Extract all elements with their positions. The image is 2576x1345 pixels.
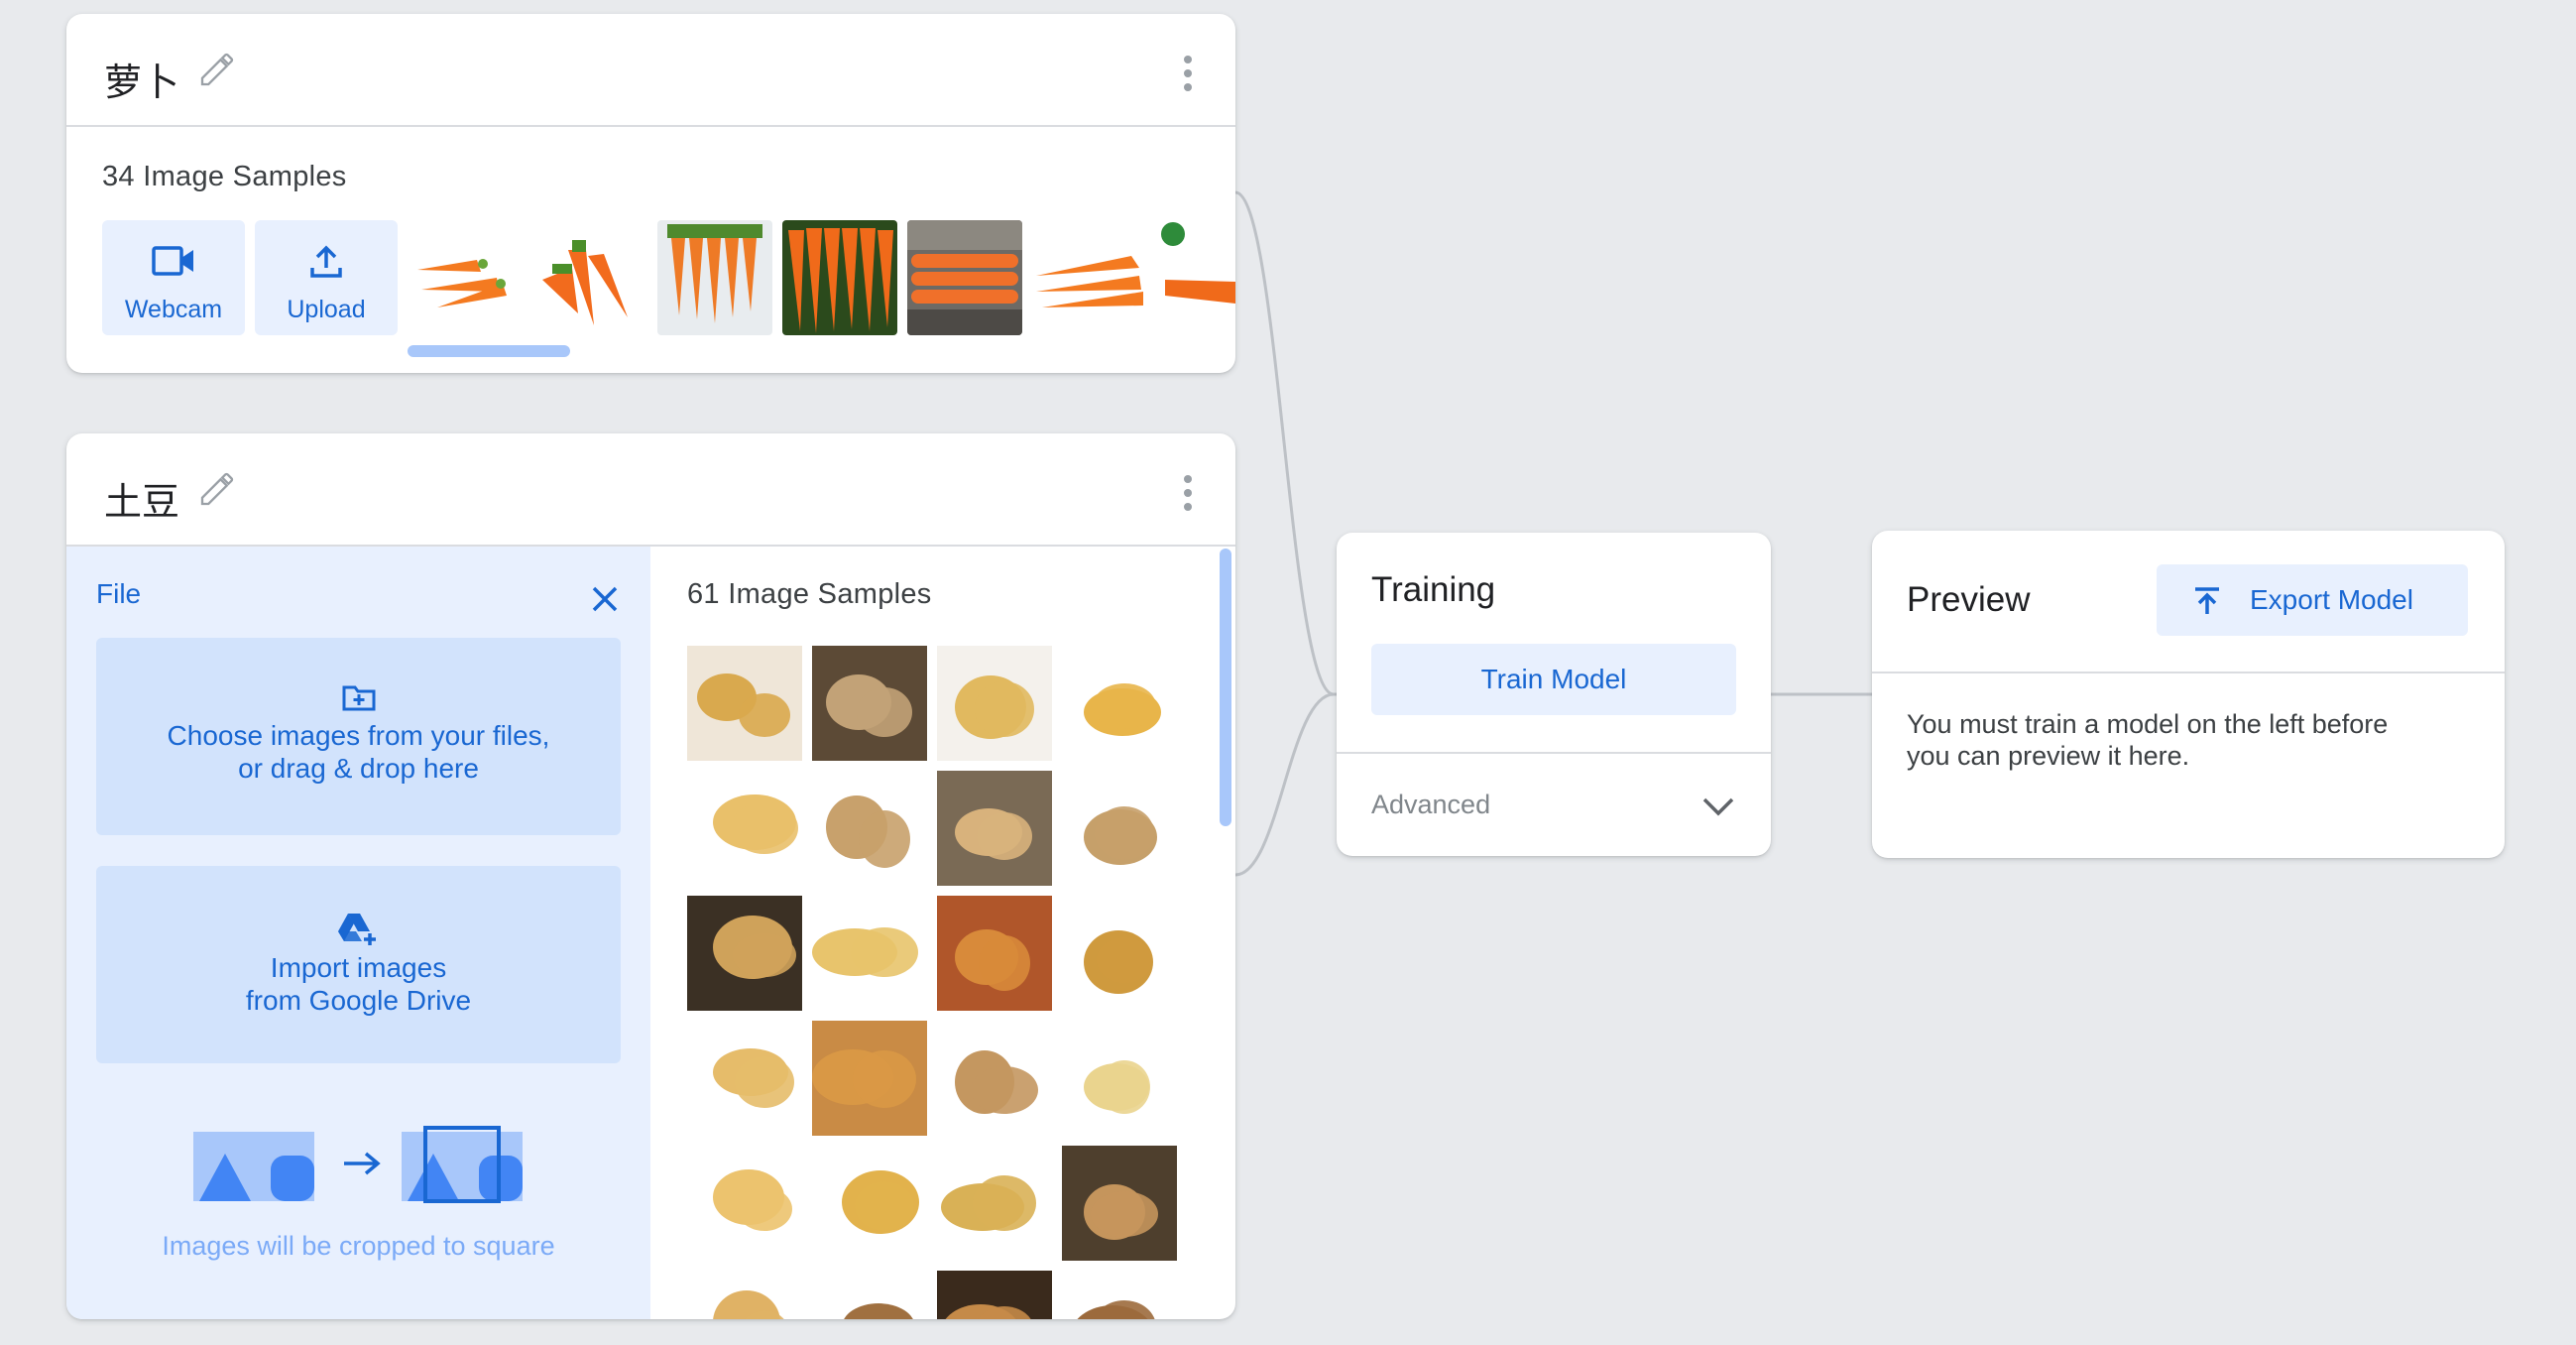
file-panel-title: File: [96, 578, 142, 609]
pencil-icon[interactable]: [197, 50, 237, 89]
preview-card: Preview Export Model You must train a mo…: [1872, 531, 2505, 858]
add-folder-icon: [342, 685, 376, 711]
sample-image-potato[interactable]: [812, 646, 927, 761]
class-name[interactable]: 土豆: [104, 471, 179, 526]
upload-button[interactable]: Upload: [255, 220, 398, 335]
advanced-toggle[interactable]: Advanced: [1337, 754, 1771, 856]
divider: [1872, 672, 2505, 673]
sample-image-carrot[interactable]: [408, 220, 523, 335]
training-card: Training Train Model Advanced: [1337, 533, 1771, 856]
sample-image-potato[interactable]: [937, 1146, 1052, 1261]
sample-image-potato[interactable]: [687, 1021, 802, 1136]
sample-image-potato[interactable]: [687, 771, 802, 886]
sample-image-carrot[interactable]: [782, 220, 897, 335]
sample-image-carrot[interactable]: [532, 220, 647, 335]
potato-sample-grid: [687, 646, 1203, 1319]
train-model-label: Train Model: [1480, 664, 1627, 694]
sample-image-potato[interactable]: [937, 646, 1052, 761]
sample-image-potato[interactable]: [812, 896, 927, 1011]
sample-image-carrot[interactable]: [1157, 220, 1235, 335]
class-name[interactable]: 萝卜: [104, 52, 179, 106]
choose-files-text-line1: Choose images from your files,: [167, 720, 550, 751]
training-title: Training: [1371, 570, 1496, 609]
sample-image-potato[interactable]: [812, 1146, 927, 1261]
train-model-button[interactable]: Train Model: [1371, 644, 1736, 715]
sample-image-carrot[interactable]: [1032, 220, 1147, 335]
close-icon[interactable]: [590, 584, 620, 614]
sample-image-potato[interactable]: [812, 1271, 927, 1319]
advanced-label: Advanced: [1371, 790, 1491, 819]
videocam-icon: [152, 246, 193, 276]
sample-image-potato[interactable]: [937, 771, 1052, 886]
sample-image-potato[interactable]: [687, 646, 802, 761]
choose-files-dropzone[interactable]: Choose images from your files, or drag &…: [96, 638, 621, 835]
file-upload-panel: File Choose images from your files, or d…: [66, 547, 650, 1319]
preview-message-line1: You must train a model on the left befor…: [1907, 709, 2389, 739]
sample-image-potato[interactable]: [1062, 896, 1177, 1011]
export-icon: [2195, 587, 2219, 614]
sample-image-carrot[interactable]: [907, 220, 1022, 335]
more-vert-icon[interactable]: [1182, 475, 1194, 515]
crop-illustration: [193, 1126, 523, 1203]
sample-image-potato[interactable]: [1062, 1021, 1177, 1136]
sample-image-potato[interactable]: [687, 896, 802, 1011]
thumbnail-scrollbar[interactable]: [408, 345, 570, 357]
sample-image-potato[interactable]: [937, 1271, 1052, 1319]
sample-image-potato[interactable]: [937, 1021, 1052, 1136]
samples-scrollbar[interactable]: [1220, 549, 1231, 826]
drive-text-line1: Import images: [270, 952, 447, 983]
sample-image-potato[interactable]: [1062, 771, 1177, 886]
more-vert-icon[interactable]: [1182, 56, 1194, 95]
export-model-label: Export Model: [2250, 584, 2413, 615]
sample-image-potato[interactable]: [1062, 1271, 1177, 1319]
pencil-icon[interactable]: [197, 469, 237, 509]
chevron-down-icon: [1702, 797, 1734, 816]
webcam-label: Webcam: [124, 296, 223, 323]
sample-image-potato[interactable]: [687, 1271, 802, 1319]
class-card-header: 萝卜: [66, 14, 1235, 127]
samples-count: 61 Image Samples: [687, 578, 932, 610]
crop-note: Images will be cropped to square: [162, 1231, 555, 1261]
sample-image-potato[interactable]: [1062, 1146, 1177, 1261]
preview-title: Preview: [1907, 580, 2031, 619]
upload-icon: [310, 245, 342, 278]
sample-image-potato[interactable]: [937, 896, 1052, 1011]
class-card-potato: 土豆 File Choose images from your files, o…: [66, 433, 1235, 1319]
upload-label: Upload: [287, 296, 366, 323]
sample-image-potato[interactable]: [812, 1021, 927, 1136]
google-drive-import[interactable]: Import images from Google Drive: [96, 866, 621, 1063]
sample-image-carrot[interactable]: [657, 220, 772, 335]
export-model-button[interactable]: Export Model: [2157, 564, 2468, 636]
sample-image-potato[interactable]: [687, 1146, 802, 1261]
drive-text-line2: from Google Drive: [245, 985, 472, 1016]
preview-message-line2: you can preview it here.: [1907, 741, 2190, 771]
class-card-carrot: 萝卜 34 Image Samples Webcam Upload: [66, 14, 1235, 373]
webcam-button[interactable]: Webcam: [102, 220, 245, 335]
sample-image-potato[interactable]: [1062, 646, 1177, 761]
sample-image-potato[interactable]: [812, 771, 927, 886]
samples-count: 34 Image Samples: [102, 161, 347, 192]
class-card-header: 土豆: [66, 433, 1235, 547]
google-drive-icon: [338, 914, 376, 945]
choose-files-text-line2: or drag & drop here: [238, 753, 479, 784]
